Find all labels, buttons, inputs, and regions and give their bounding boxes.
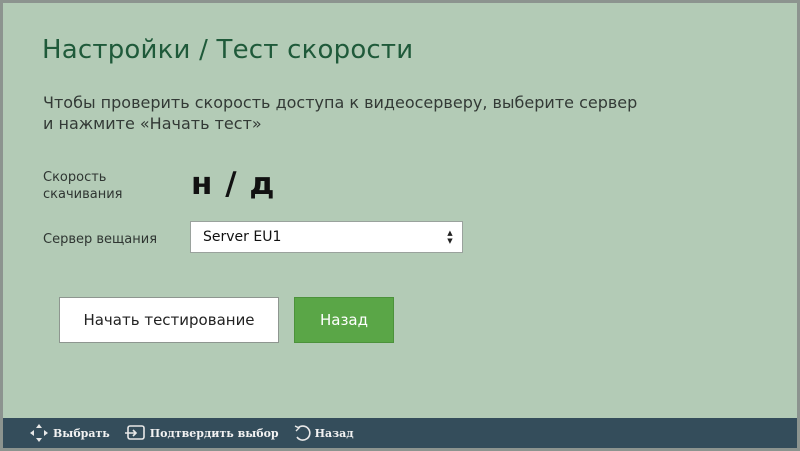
enter-icon	[124, 425, 145, 440]
hint-confirm: Подтвердить выбор	[124, 424, 279, 442]
instructions-text: Чтобы проверить скорость доступа к видео…	[43, 93, 638, 133]
dpad-icon	[30, 424, 48, 442]
settings-screen: Настройки / Тест скорости Чтобы проверит…	[0, 0, 800, 451]
hint-back-label: Назад	[314, 426, 354, 440]
hint-select: Выбрать	[29, 423, 110, 443]
speed-label: Скорость скачивания	[43, 170, 123, 202]
hint-back: Назад	[293, 424, 354, 442]
back-arrow-icon	[294, 425, 311, 441]
speed-value: н / д	[191, 166, 276, 202]
select-arrows-icon: ▲ ▼	[447, 229, 453, 245]
server-select[interactable]: Server EU1 ▲ ▼	[190, 221, 463, 253]
start-test-button[interactable]: Начать тестирование	[59, 297, 279, 343]
bottom-hint-bar: Выбрать Подтвердить выбор Назад	[3, 418, 797, 448]
page-title: Настройки / Тест скорости	[42, 35, 414, 65]
hint-confirm-label: Подтвердить выбор	[149, 426, 279, 440]
back-button[interactable]: Назад	[294, 297, 394, 343]
hint-select-label: Выбрать	[53, 426, 110, 440]
server-label: Сервер вещания	[43, 232, 158, 247]
server-select-value: Server EU1	[203, 229, 282, 245]
